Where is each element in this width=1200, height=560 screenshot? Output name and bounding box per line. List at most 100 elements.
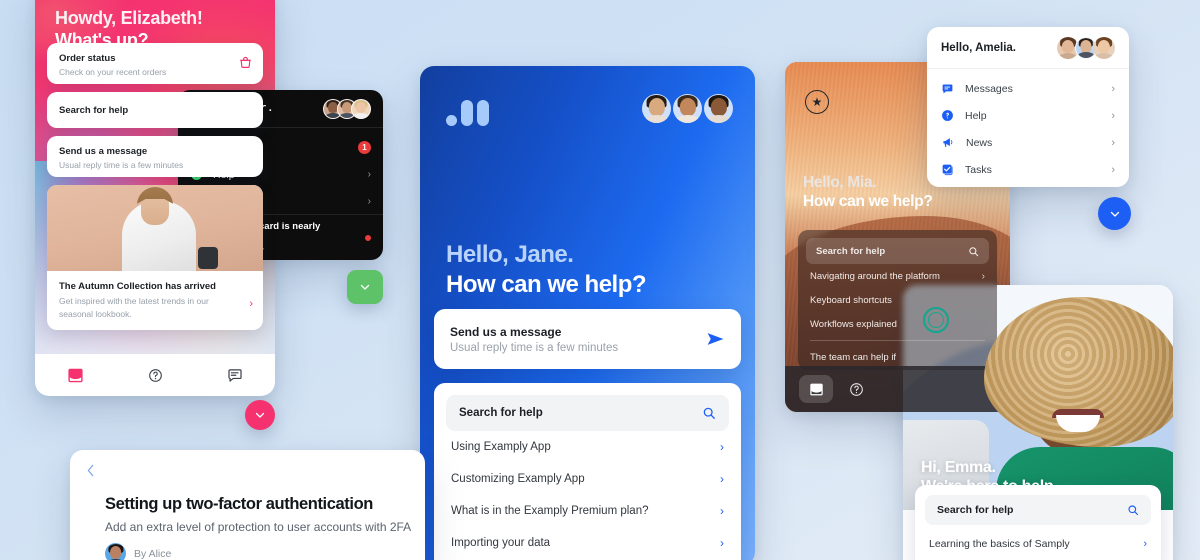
search-icon[interactable] (968, 246, 979, 257)
pink-article-card[interactable]: The Autumn Collection has arrived Get in… (47, 185, 263, 330)
pink-send-message-card[interactable]: Send us a message Usual reply time is a … (47, 136, 263, 177)
search-input[interactable]: Search for help (806, 238, 989, 264)
chat-bubble-icon[interactable] (227, 368, 243, 383)
pink-article-text: The Autumn Collection has arrived Get in… (47, 271, 263, 321)
chevron-right-icon: › (367, 169, 371, 180)
chevron-right-icon: › (1111, 109, 1115, 122)
blue-launcher-button[interactable] (1098, 197, 1131, 230)
desert-help-item[interactable]: Navigating around the platform › (806, 264, 989, 288)
article-author-name: By Alice (134, 547, 172, 560)
desert-hello-line1: Hello, Mia. (803, 174, 877, 191)
unread-dot-icon (365, 234, 371, 241)
avatar[interactable] (673, 94, 702, 123)
pink-greeting-line1: Howdy, Elizabeth! (55, 8, 203, 28)
avatar[interactable] (704, 94, 733, 123)
unread-badge: 1 (358, 141, 371, 154)
dot-bars-logo (446, 100, 489, 126)
blue-avatar-group[interactable] (642, 94, 733, 123)
search-placeholder: Search for help (816, 245, 886, 257)
avatar[interactable] (1093, 36, 1115, 59)
screenshot-stage: Howdy, Elizabeth! What's up? Order statu… (0, 0, 1200, 560)
amelia-row-tasks[interactable]: Tasks › (927, 156, 1129, 183)
amelia-row-label: Messages (965, 82, 1013, 95)
home-envelope-icon[interactable] (799, 375, 833, 403)
chat-bubble-icon (941, 83, 954, 95)
pink-search-row[interactable]: Search for help (47, 92, 263, 128)
emma-hello-line1: Hi, Emma. (921, 459, 996, 476)
search-placeholder: Search for help (459, 407, 543, 419)
avatar[interactable] (642, 94, 671, 123)
blue-header: Hello, Jane. How can we help? (420, 66, 755, 321)
help-article-label: Customizing Examply App (451, 473, 585, 485)
pink-order-status-card[interactable]: Order status Check on your recent orders (47, 43, 263, 84)
pink-send-subtitle: Usual reply time is a few minutes (59, 160, 184, 170)
pink-search-label: Search for help (59, 104, 129, 116)
blue-hello-line2: How can we help? (446, 271, 647, 298)
chevron-down-icon (360, 284, 370, 290)
help-article-item[interactable]: What is in the Examply Premium plan? › (446, 495, 729, 527)
checkbox-icon (941, 163, 954, 176)
chevron-right-icon: › (1111, 136, 1115, 149)
amelia-row-label: News (966, 136, 993, 149)
help-article-item[interactable]: Importing your data › (446, 527, 729, 559)
pink-order-subtitle: Check on your recent orders (59, 67, 167, 77)
help-article-item[interactable]: Using Examply App › (446, 431, 729, 463)
help-article-label: Importing your data (451, 537, 551, 549)
amelia-row-news[interactable]: News › (927, 129, 1129, 156)
chevron-left-icon[interactable] (86, 464, 95, 477)
amelia-row-messages[interactable]: Messages › (927, 75, 1129, 102)
search-icon[interactable] (702, 406, 716, 420)
search-input[interactable]: Search for help (925, 495, 1151, 525)
send-arrow-icon[interactable] (706, 331, 725, 347)
chevron-right-icon: › (720, 504, 724, 518)
pink-launcher-button[interactable] (245, 400, 275, 430)
desert-hello: Hello, Mia. How can we help? (803, 174, 933, 211)
chevron-right-icon: › (720, 440, 724, 454)
help-article-item[interactable]: Customizing Examply App › (446, 463, 729, 495)
double-ring-icon (923, 307, 949, 333)
chevron-down-icon (255, 412, 265, 418)
home-envelope-icon[interactable] (67, 368, 84, 383)
desert-help-panel: Search for help Navigating around the pl… (798, 230, 997, 370)
amelia-row-help[interactable]: Help › (927, 102, 1129, 129)
chevron-right-icon: › (1143, 538, 1147, 550)
blue-send-message-card[interactable]: Send us a message Usual reply time is a … (434, 309, 741, 369)
emma-help-label: Learning the basics of Samply (929, 538, 1070, 550)
green-launcher-button[interactable] (347, 270, 383, 304)
blue-send-subtitle: Usual reply time is a few minutes (450, 341, 619, 354)
amelia-avatar-group[interactable] (1057, 36, 1115, 59)
megaphone-icon (941, 136, 955, 149)
emma-messenger-window: Hi, Emma. We're here to help. Search for… (903, 285, 1173, 560)
blue-hello-line1: Hello, Jane. (446, 241, 574, 268)
article-author-row: By Alice (105, 543, 171, 560)
desert-footer-label: The team can help if (810, 351, 897, 363)
chevron-right-icon: › (1111, 82, 1115, 95)
chevron-down-icon (1110, 211, 1119, 217)
blue-send-title: Send us a message (450, 324, 562, 339)
shopping-bag-icon (239, 56, 252, 69)
pink-article-body: Get inspired with the latest trends in o… (59, 296, 209, 319)
help-article-label: Using Examply App (451, 441, 551, 453)
amelia-row-label: Tasks (965, 163, 992, 176)
amelia-row-label: Help (965, 109, 987, 122)
chevron-right-icon[interactable]: › (249, 298, 253, 310)
chevron-right-icon: › (1111, 163, 1115, 176)
pink-article-image (47, 185, 263, 271)
amelia-header: Hello, Amelia. (927, 27, 1129, 69)
search-icon[interactable] (1127, 504, 1139, 516)
avatar[interactable] (351, 98, 371, 119)
desert-tabbar (785, 366, 1010, 412)
desert-help-item[interactable]: Workflows explained (806, 312, 989, 336)
search-input[interactable]: Search for help (446, 395, 729, 431)
desert-help-label: Workflows explained (810, 318, 897, 330)
pink-article-title: The Autumn Collection has arrived (59, 281, 216, 292)
avatar (105, 543, 126, 560)
emma-help-item[interactable]: Learning the basics of Samply › (925, 529, 1151, 559)
desert-hello-line2: How can we help? (803, 193, 933, 210)
question-circle-icon[interactable] (148, 368, 163, 383)
dark-avatar-group[interactable] (323, 98, 371, 119)
desert-help-label: Navigating around the platform (810, 270, 940, 282)
question-circle-icon[interactable] (849, 382, 864, 397)
desert-help-item[interactable]: Keyboard shortcuts (806, 288, 989, 312)
pink-order-title: Order status (59, 53, 116, 64)
